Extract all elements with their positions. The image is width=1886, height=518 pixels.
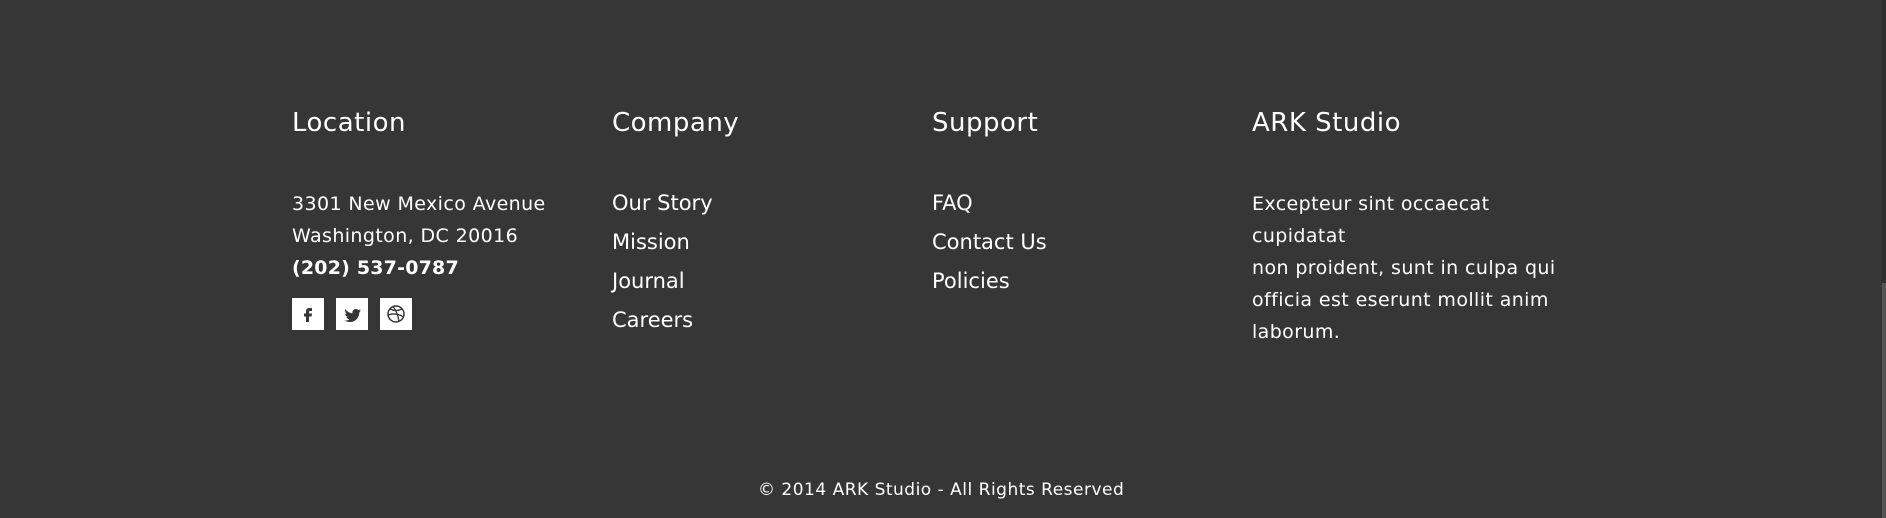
address-line-2: Washington, DC 20016 — [292, 225, 519, 247]
link-policies[interactable]: Policies — [932, 262, 1232, 301]
about-line-4: laborum. — [1252, 321, 1341, 343]
facebook-icon — [304, 308, 312, 322]
address-block: 3301 New Mexico Avenue Washington, DC 20… — [292, 188, 592, 284]
location-column: Location 3301 New Mexico Avenue Washingt… — [292, 106, 592, 330]
company-heading: Company — [612, 108, 740, 138]
dribbble-icon — [387, 305, 405, 323]
about-line-3: officia est eserunt mollit anim — [1252, 289, 1549, 311]
scrollbar-thumb[interactable] — [1882, 283, 1886, 518]
link-contact-us[interactable]: Contact Us — [932, 223, 1232, 262]
company-links: Our Story Mission Journal Careers — [612, 184, 912, 340]
facebook-button[interactable] — [292, 298, 324, 330]
ark-studio-heading: ARK Studio — [1252, 108, 1401, 138]
about-line-1: Excepteur sint occaecat cupidatat — [1252, 193, 1490, 247]
link-faq[interactable]: FAQ — [932, 184, 1232, 223]
company-column: Company Our Story Mission Journal Career… — [612, 106, 912, 356]
about-line-2: non proident, sunt in culpa qui — [1252, 257, 1556, 279]
phone-number: (202) 537-0787 — [292, 257, 459, 279]
dribbble-button[interactable] — [380, 298, 412, 330]
address-line-1: 3301 New Mexico Avenue — [292, 193, 546, 215]
ark-studio-column: ARK Studio Excepteur sint occaecat cupid… — [1252, 106, 1592, 348]
twitter-icon — [344, 309, 361, 322]
twitter-button[interactable] — [336, 298, 368, 330]
support-heading: Support — [932, 108, 1039, 138]
about-text: Excepteur sint occaecat cupidatat non pr… — [1252, 188, 1582, 348]
support-links: FAQ Contact Us Policies — [932, 184, 1232, 301]
copyright-text: © 2014 ARK Studio - All Rights Reserved — [758, 480, 1125, 500]
link-journal[interactable]: Journal — [612, 262, 912, 301]
location-heading: Location — [292, 108, 406, 138]
link-careers[interactable]: Careers — [612, 301, 912, 340]
scrollbar-track[interactable] — [1882, 0, 1886, 518]
support-column: Support FAQ Contact Us Policies — [932, 106, 1232, 317]
link-our-story[interactable]: Our Story — [612, 184, 912, 223]
social-links — [292, 298, 592, 330]
link-mission[interactable]: Mission — [612, 223, 912, 262]
